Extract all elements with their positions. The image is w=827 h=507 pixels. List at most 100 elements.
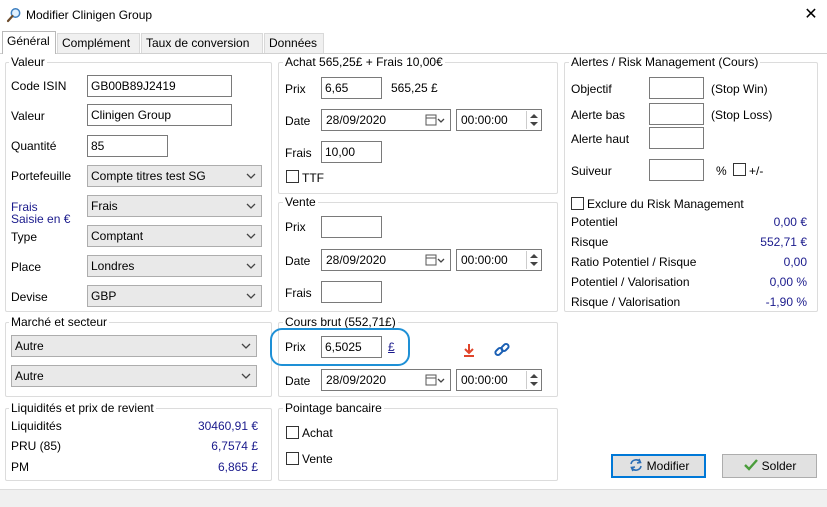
valeur-input[interactable]: Clinigen Group [87, 104, 232, 126]
spin-buttons[interactable] [526, 371, 540, 389]
alerte-haut-input[interactable] [649, 127, 704, 149]
place-label: Place [11, 260, 42, 274]
vente-date-picker[interactable]: 28/09/2020 [321, 249, 451, 271]
type-label: Type [11, 230, 38, 244]
achat-time-value: 00:00:00 [461, 113, 508, 127]
risque-value: 552,71 € [760, 235, 807, 249]
portefeuille-value: Compte titres test SG [91, 169, 206, 183]
solder-button[interactable]: Solder [722, 454, 817, 478]
tab-taux-de-conversion[interactable]: Taux de conversion [141, 33, 263, 53]
objectif-label: Objectif [571, 82, 612, 96]
suiveur-plusminus-checkbox[interactable] [733, 163, 746, 176]
place-select[interactable]: Londres [87, 255, 262, 277]
devise-label: Devise [11, 290, 48, 304]
liquidites-label: Liquidités [11, 419, 62, 433]
tab-complement[interactable]: Complément [57, 33, 140, 53]
cours-time-spinner[interactable]: 00:00:00 [456, 369, 542, 391]
achat-prix-input[interactable]: 6,65 [321, 77, 382, 99]
spin-buttons[interactable] [526, 251, 540, 269]
spin-up-icon[interactable] [530, 374, 538, 378]
download-icon[interactable] [461, 342, 477, 358]
chevron-down-icon [246, 263, 256, 269]
tab-general[interactable]: Général [2, 31, 56, 54]
risque-valorisation-label: Risque / Valorisation [571, 295, 681, 309]
cours-prix-label: Prix [285, 340, 306, 354]
spin-down-icon[interactable] [530, 262, 538, 266]
marche-value: Autre [15, 339, 44, 353]
quantite-input[interactable]: 85 [87, 135, 168, 157]
risque-label: Risque [571, 235, 609, 249]
solder-label: Solder [761, 459, 797, 473]
place-value: Londres [91, 259, 135, 273]
achat-date-picker[interactable]: 28/09/2020 [321, 109, 451, 131]
chevron-down-icon [241, 373, 251, 379]
cours-date-picker[interactable]: 28/09/2020 [321, 369, 451, 391]
devise-value: GBP [91, 289, 117, 303]
modifier-label: Modifier [646, 459, 690, 473]
risque-valorisation-value: -1,90 % [765, 295, 807, 309]
spin-down-icon[interactable] [530, 122, 538, 126]
ratio-value: 0,00 [783, 255, 807, 269]
achat-prix-label: Prix [285, 82, 306, 96]
calendar-dropdown-icon [425, 374, 445, 386]
ttf-label: TTF [302, 171, 324, 185]
exclure-risk-checkbox[interactable] [571, 197, 584, 210]
cours-group-title: Cours brut (552,71£) [283, 315, 398, 329]
modifier-button[interactable]: Modifier [611, 454, 706, 478]
spin-down-icon[interactable] [530, 382, 538, 386]
vente-prix-input[interactable] [321, 216, 382, 238]
link-icon[interactable] [493, 341, 511, 359]
tab-donnees[interactable]: Données [264, 33, 324, 53]
pm-label: PM [11, 460, 29, 474]
pointage-achat-checkbox[interactable] [286, 426, 299, 439]
cours-time-value: 00:00:00 [461, 373, 508, 387]
pointage-vente-checkbox[interactable] [286, 452, 299, 465]
cours-date-label: Date [285, 374, 311, 388]
potentiel-valorisation-value: 0,00 % [769, 275, 807, 289]
spin-buttons[interactable] [526, 111, 540, 129]
ttf-checkbox[interactable] [286, 170, 299, 183]
pru-value: 6,7574 £ [211, 439, 258, 453]
status-bar [0, 489, 827, 507]
vente-time-spinner[interactable]: 00:00:00 [456, 249, 542, 271]
vente-time-value: 00:00:00 [461, 253, 508, 267]
cours-date-value: 28/09/2020 [326, 373, 387, 387]
alertes-group-title: Alertes / Risk Management (Cours) [569, 55, 761, 69]
isin-label: Code ISIN [11, 79, 67, 93]
stop-loss-label: (Stop Loss) [711, 108, 773, 122]
achat-time-spinner[interactable]: 00:00:00 [456, 109, 542, 131]
vente-date-value: 28/09/2020 [326, 253, 387, 267]
vente-date-label: Date [285, 254, 311, 268]
suiveur-percent-label: % [716, 164, 727, 178]
devise-select[interactable]: GBP [87, 285, 262, 307]
frais-select[interactable]: Frais [87, 195, 262, 217]
suiveur-input[interactable] [649, 159, 704, 181]
cours-prix-input[interactable]: 6,5025 [321, 336, 382, 358]
calendar-dropdown-icon [425, 114, 445, 126]
achat-frais-label: Frais [285, 146, 312, 160]
pointage-vente-label: Vente [302, 452, 333, 466]
secteur-value: Autre [15, 369, 44, 383]
objectif-input[interactable] [649, 77, 704, 99]
spin-up-icon[interactable] [530, 114, 538, 118]
achat-date-label: Date [285, 114, 311, 128]
spin-up-icon[interactable] [530, 254, 538, 258]
vente-frais-label: Frais [285, 286, 312, 300]
type-select[interactable]: Comptant [87, 225, 262, 247]
vente-prix-label: Prix [285, 220, 306, 234]
type-value: Comptant [91, 229, 144, 243]
portefeuille-select[interactable]: Compte titres test SG [87, 165, 262, 187]
isin-input[interactable]: GB00B89J2419 [87, 75, 232, 97]
refresh-icon [629, 458, 642, 472]
achat-frais-input[interactable]: 10,00 [321, 141, 382, 163]
chevron-down-icon [241, 343, 251, 349]
vente-frais-input[interactable] [321, 281, 382, 303]
liquidites-group-title: Liquidités et prix de revient [9, 401, 156, 415]
frais-value: Frais [91, 199, 118, 213]
close-button[interactable]: ✕ [800, 4, 822, 26]
secteur-select[interactable]: Autre [11, 365, 257, 387]
alerte-bas-input[interactable] [649, 103, 704, 125]
marche-select[interactable]: Autre [11, 335, 257, 357]
alerte-haut-label: Alerte haut [571, 132, 630, 146]
currency-link[interactable]: £ [388, 340, 395, 354]
